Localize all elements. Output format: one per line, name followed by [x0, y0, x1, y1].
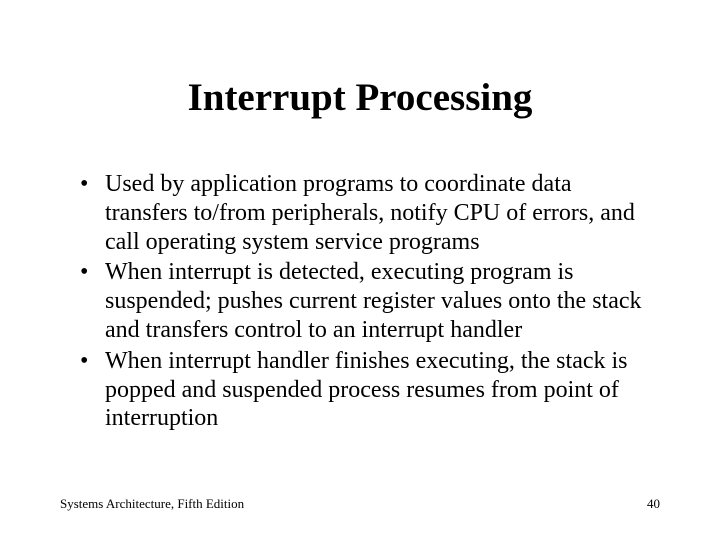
slide-content: Used by application programs to coordina…	[60, 170, 660, 433]
bullet-list: Used by application programs to coordina…	[80, 170, 660, 433]
bullet-item: Used by application programs to coordina…	[80, 170, 660, 256]
bullet-item: When interrupt is detected, executing pr…	[80, 258, 660, 344]
slide-container: Interrupt Processing Used by application…	[0, 0, 720, 540]
slide-title: Interrupt Processing	[60, 75, 660, 120]
page-number: 40	[647, 496, 660, 512]
footer-source: Systems Architecture, Fifth Edition	[60, 496, 244, 512]
bullet-item: When interrupt handler finishes executin…	[80, 347, 660, 433]
